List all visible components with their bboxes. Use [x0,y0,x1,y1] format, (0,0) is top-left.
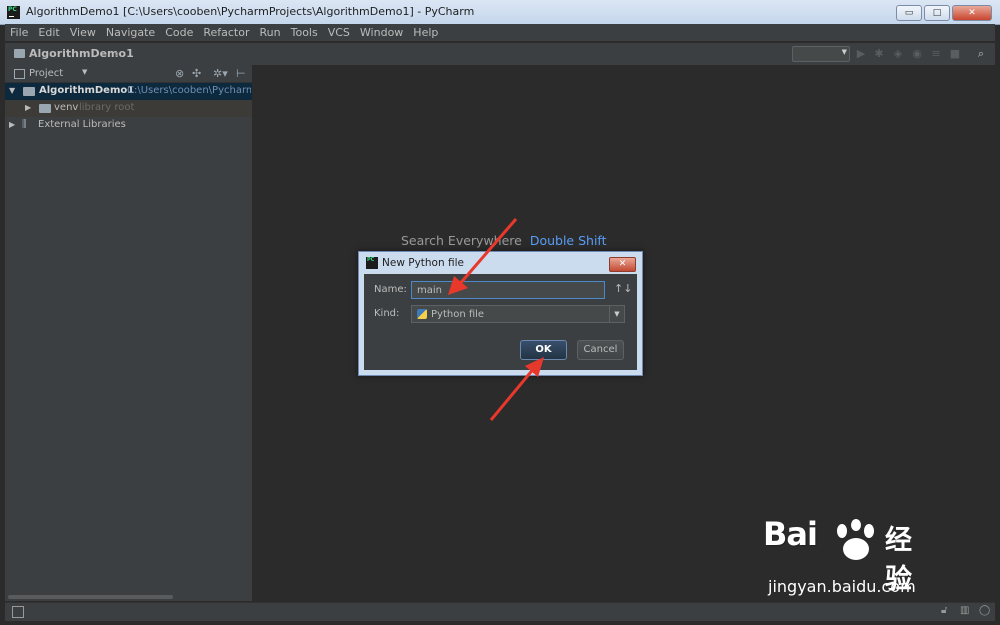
baidu-paw-logo [837,519,874,560]
watermark-logo-text: Bai [763,515,818,553]
watermark-url: jingyan.baidu.com [768,577,916,596]
baidu-watermark: Bai 经验 jingyan.baidu.com [763,515,916,596]
annotation-arrow-to-name [448,218,518,295]
annotation-arrow-to-ok [489,357,544,421]
